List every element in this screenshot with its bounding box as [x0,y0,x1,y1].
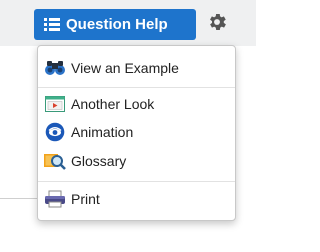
gear-icon[interactable] [206,11,228,33]
toolbar: Question Help [0,0,256,46]
menu-item-print[interactable]: Print [38,186,235,212]
menu-item-animation[interactable]: Animation [38,119,235,145]
menu-item-another-look[interactable]: Another Look [38,91,235,117]
glossary-magnifier-icon [44,152,66,170]
menu-item-view-example[interactable]: View an Example [38,55,235,81]
question-help-label: Question Help [66,16,168,33]
menu-item-label: Glossary [71,153,127,169]
menu-item-label: Animation [71,124,134,140]
menu-item-label: View an Example [71,60,179,76]
question-help-button[interactable]: Question Help [34,9,196,40]
menu-separator [38,181,235,182]
video-player-icon [44,95,66,113]
menu-item-label: Print [71,191,100,207]
menu-separator [38,87,235,88]
list-icon [44,18,60,31]
animation-eye-icon [44,122,66,142]
content-divider [0,198,38,199]
menu-item-glossary[interactable]: Glossary [38,148,235,174]
binoculars-icon [44,59,66,77]
menu-item-label: Another Look [71,96,155,112]
printer-icon [44,190,66,208]
question-help-menu: View an Example Another Look Animation G… [37,45,236,221]
